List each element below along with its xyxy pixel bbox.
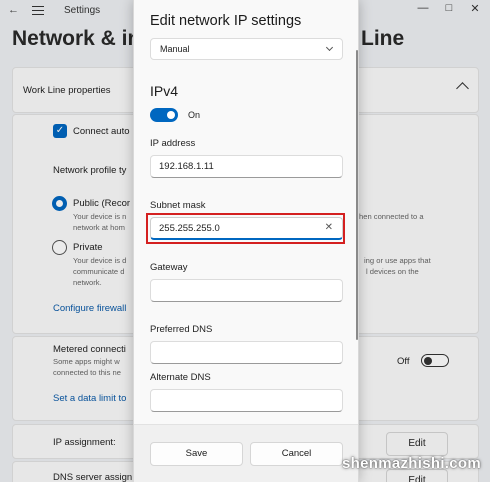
ip-mode-dropdown[interactable]: Manual xyxy=(150,38,343,60)
subnet-mask-label: Subnet mask xyxy=(150,200,206,211)
gateway-label: Gateway xyxy=(150,262,188,273)
dialog-title: Edit network IP settings xyxy=(150,13,302,29)
ipv4-heading: IPv4 xyxy=(150,83,179,99)
watermark: shenmazhishi.com xyxy=(342,455,482,472)
preferred-dns-label: Preferred DNS xyxy=(150,324,213,335)
ip-address-input[interactable]: 192.168.1.11 xyxy=(150,155,343,178)
gateway-input[interactable] xyxy=(150,279,343,302)
preferred-dns-input[interactable] xyxy=(150,341,343,364)
save-button[interactable]: Save xyxy=(150,442,243,466)
chevron-down-icon xyxy=(325,43,334,52)
ip-mode-value: Manual xyxy=(160,44,190,54)
alternate-dns-label: Alternate DNS xyxy=(150,372,211,383)
dialog-scrollbar[interactable] xyxy=(356,50,358,340)
alternate-dns-input[interactable] xyxy=(150,389,343,412)
cancel-button[interactable]: Cancel xyxy=(250,442,343,466)
dialog-footer: Save Cancel xyxy=(134,424,358,482)
ip-address-label: IP address xyxy=(150,138,196,149)
subnet-highlight-box xyxy=(146,213,345,244)
ipv4-toggle[interactable] xyxy=(150,108,178,122)
ipv4-toggle-label: On xyxy=(188,110,201,120)
ip-address-value: 192.168.1.11 xyxy=(159,161,214,172)
